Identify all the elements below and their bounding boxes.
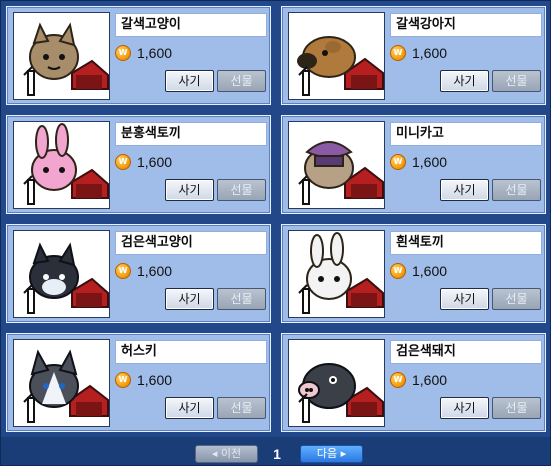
gift-button[interactable]: 선물 <box>217 179 266 201</box>
husky-icon <box>13 339 110 427</box>
gift-button[interactable]: 선물 <box>492 70 541 92</box>
gift-button[interactable]: 선물 <box>492 179 541 201</box>
pink-rabbit-icon <box>13 121 110 209</box>
next-page-button[interactable]: 다음 ▸ <box>300 445 363 463</box>
coin-icon: W <box>390 154 406 170</box>
item-price: 1,600 <box>137 154 173 170</box>
buy-button[interactable]: 사기 <box>440 397 489 419</box>
item-price: 1,600 <box>412 45 448 61</box>
pet-card-pink-rabbit: 분홍색토끼 W 1,600 사기 선물 <box>6 115 271 214</box>
item-name: 검은색고양이 <box>115 231 267 255</box>
buy-button[interactable]: 사기 <box>440 179 489 201</box>
buy-button[interactable]: 사기 <box>165 70 214 92</box>
prev-page-button[interactable]: ◂ 이전 <box>195 445 258 463</box>
buy-button[interactable]: 사기 <box>440 288 489 310</box>
price-row: W 1,600 <box>115 151 265 173</box>
black-pig-icon <box>288 339 385 427</box>
item-price: 1,600 <box>137 45 173 61</box>
item-name: 허스키 <box>115 340 267 364</box>
coin-icon: W <box>115 154 131 170</box>
coin-icon: W <box>115 45 131 61</box>
item-name: 갈색강아지 <box>390 13 542 37</box>
brown-cat-icon <box>13 12 110 100</box>
white-rabbit-icon <box>288 230 385 318</box>
price-row: W 1,600 <box>115 42 265 64</box>
coin-icon: W <box>390 263 406 279</box>
item-price: 1,600 <box>412 263 448 279</box>
price-row: W 1,600 <box>390 42 540 64</box>
pet-card-black-cat: 검은색고양이 W 1,600 사기 선물 <box>6 224 271 323</box>
brown-dog-icon <box>288 12 385 100</box>
pet-card-brown-cat: 갈색고양이 W 1,600 사기 선물 <box>6 6 271 105</box>
item-price: 1,600 <box>137 372 173 388</box>
item-price: 1,600 <box>137 263 173 279</box>
buy-button[interactable]: 사기 <box>165 288 214 310</box>
gift-button[interactable]: 선물 <box>492 397 541 419</box>
price-row: W 1,600 <box>390 151 540 173</box>
pet-card-white-rabbit: 흰색토끼 W 1,600 사기 선물 <box>281 224 546 323</box>
gift-button[interactable]: 선물 <box>492 288 541 310</box>
pet-card-husky: 허스키 W 1,600 사기 선물 <box>6 333 271 432</box>
price-row: W 1,600 <box>115 369 265 391</box>
price-row: W 1,600 <box>390 369 540 391</box>
gift-button[interactable]: 선물 <box>217 288 266 310</box>
item-name: 분홍색토끼 <box>115 122 267 146</box>
item-price: 1,600 <box>412 154 448 170</box>
price-row: W 1,600 <box>115 260 265 282</box>
coin-icon: W <box>390 372 406 388</box>
buy-button[interactable]: 사기 <box>440 70 489 92</box>
pagination-bar: ◂ 이전 1 다음 ▸ <box>1 437 550 465</box>
buy-button[interactable]: 사기 <box>165 397 214 419</box>
buy-button[interactable]: 사기 <box>165 179 214 201</box>
current-page-number: 1 <box>273 446 281 462</box>
pet-card-mini-kargo: 미니카고 W 1,600 사기 선물 <box>281 115 546 214</box>
black-cat-icon <box>13 230 110 318</box>
coin-icon: W <box>115 263 131 279</box>
coin-icon: W <box>115 372 131 388</box>
item-name: 검은색돼지 <box>390 340 542 364</box>
price-row: W 1,600 <box>390 260 540 282</box>
pet-card-black-pig: 검은색돼지 W 1,600 사기 선물 <box>281 333 546 432</box>
item-name: 갈색고양이 <box>115 13 267 37</box>
gift-button[interactable]: 선물 <box>217 397 266 419</box>
coin-icon: W <box>390 45 406 61</box>
item-name: 미니카고 <box>390 122 542 146</box>
pet-shop-panel: 갈색고양이 W 1,600 사기 선물 갈색강아지 W 1,600 사기 선물 … <box>0 0 551 466</box>
item-price: 1,600 <box>412 372 448 388</box>
gift-button[interactable]: 선물 <box>217 70 266 92</box>
item-name: 흰색토끼 <box>390 231 542 255</box>
mini-kargo-icon <box>288 121 385 209</box>
pet-grid: 갈색고양이 W 1,600 사기 선물 갈색강아지 W 1,600 사기 선물 … <box>6 6 546 432</box>
pet-card-brown-dog: 갈색강아지 W 1,600 사기 선물 <box>281 6 546 105</box>
